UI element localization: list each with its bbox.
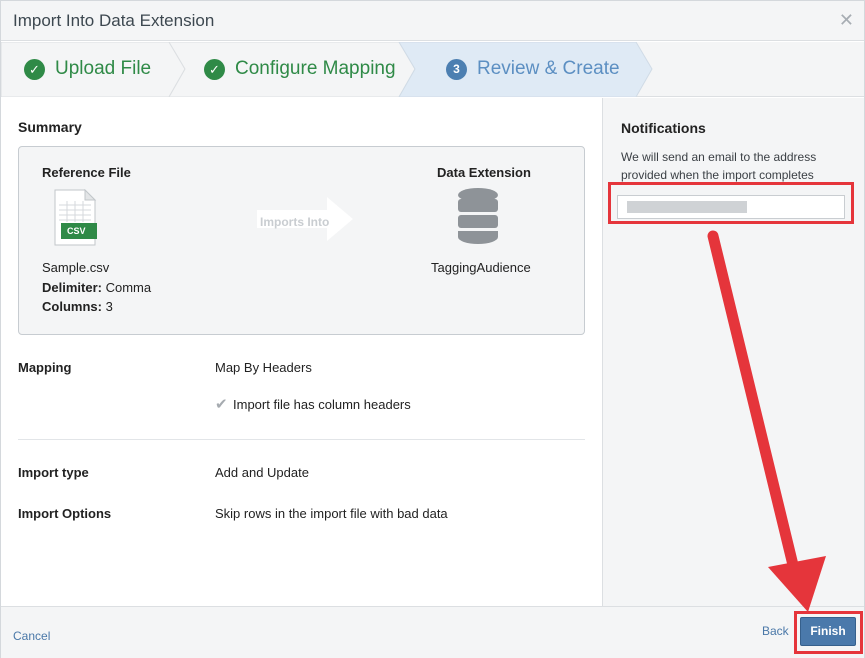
- summary-box: Reference File CSV Imports Into Data Ext…: [18, 146, 585, 335]
- imports-into-label: Imports Into: [260, 215, 330, 229]
- dialog-title: Import Into Data Extension: [13, 11, 215, 30]
- review-panel: Summary Reference File CSV Imports Into …: [1, 98, 602, 606]
- step3-number-badge: 3: [446, 59, 467, 80]
- close-icon[interactable]: ✕: [839, 10, 854, 31]
- import-type-value: Add and Update: [215, 465, 309, 480]
- column-headers-row: ✔ Import file has column headers: [215, 395, 411, 413]
- checkmark-icon: ✔: [215, 396, 228, 413]
- import-type-label: Import type: [18, 465, 89, 480]
- mapping-label: Mapping: [18, 360, 72, 375]
- dialog-titlebar: Import Into Data Extension ✕: [1, 1, 864, 41]
- import-options-value: Skip rows in the import file with bad da…: [215, 506, 448, 521]
- csv-badge-text: CSV: [67, 226, 86, 236]
- delimiter-row: Delimiter: Comma: [42, 280, 151, 295]
- database-icon: [457, 187, 499, 250]
- step-review-create[interactable]: Review & Create: [477, 58, 620, 80]
- notifications-text: We will send an email to the address pro…: [621, 150, 817, 182]
- reference-file-title: Reference File: [42, 165, 131, 180]
- step-upload-file[interactable]: Upload File: [55, 58, 151, 80]
- section-divider: [18, 439, 585, 440]
- step-configure-mapping[interactable]: Configure Mapping: [235, 58, 396, 80]
- notifications-panel: Notifications We will send an email to t…: [602, 98, 864, 606]
- dialog-footer: Cancel Back Finish: [1, 606, 864, 658]
- delimiter-label: Delimiter:: [42, 280, 102, 295]
- columns-label: Columns:: [42, 299, 102, 314]
- columns-value: 3: [105, 299, 113, 314]
- import-options-label: Import Options: [18, 506, 112, 521]
- file-name: Sample.csv: [42, 260, 110, 275]
- data-extension-title: Data Extension: [437, 165, 531, 180]
- step2-check-icon: ✓: [204, 59, 225, 80]
- back-link[interactable]: Back: [762, 624, 789, 638]
- csv-file-icon: CSV: [53, 188, 97, 252]
- cancel-link[interactable]: Cancel: [13, 629, 50, 643]
- step1-check-icon: ✓: [24, 59, 45, 80]
- delimiter-value: Comma: [105, 280, 152, 295]
- columns-row: Columns: 3: [42, 299, 113, 314]
- finish-button[interactable]: Finish: [800, 617, 856, 646]
- column-headers-text: Import file has column headers: [233, 397, 411, 412]
- data-extension-name: TaggingAudience: [431, 260, 531, 275]
- mapping-value: Map By Headers: [215, 360, 312, 375]
- import-dialog: Import Into Data Extension ✕ ✓ Upload Fi…: [0, 0, 865, 658]
- email-redacted-value: [627, 201, 747, 213]
- summary-heading: Summary: [18, 119, 82, 135]
- notifications-heading: Notifications: [621, 120, 706, 136]
- wizard-steps: ✓ Upload File ✓ Configure Mapping 3 Revi…: [1, 42, 864, 97]
